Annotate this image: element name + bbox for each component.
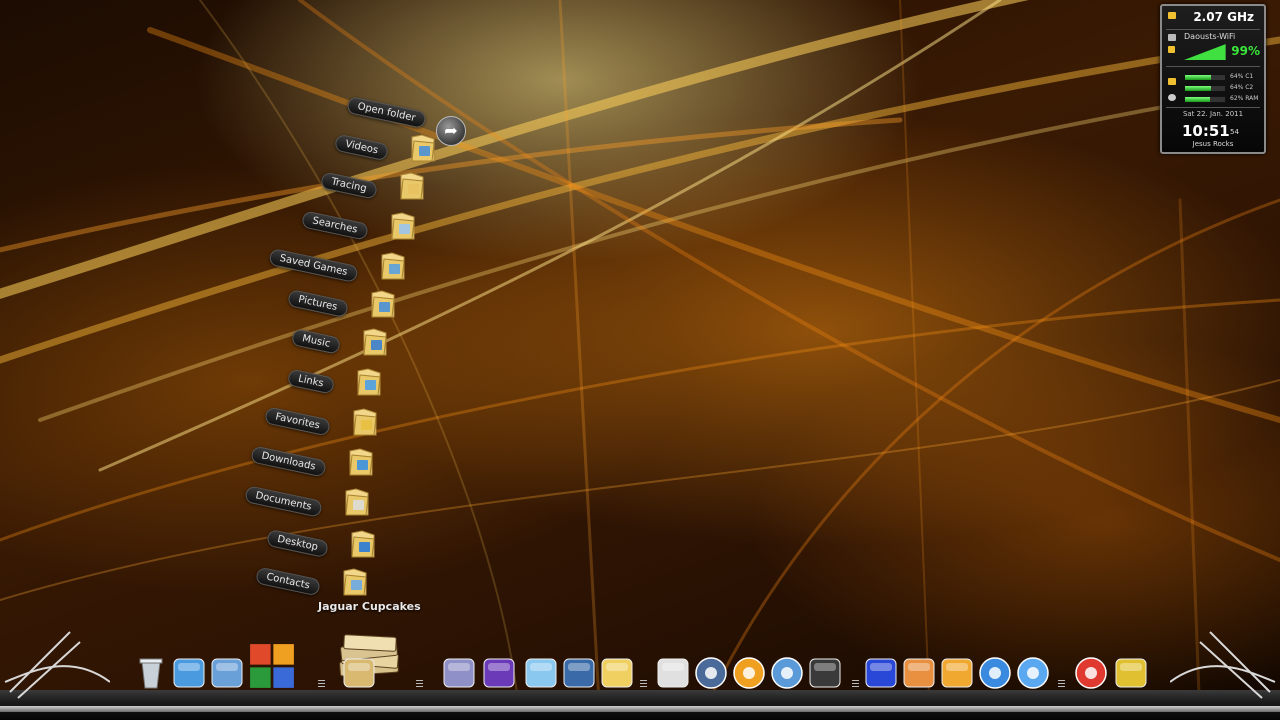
dock-separator xyxy=(852,680,859,689)
recycle-bin-icon[interactable] xyxy=(132,654,170,692)
dock-separator xyxy=(318,680,325,689)
chrome-icon[interactable] xyxy=(1072,654,1110,692)
avg-antivirus-icon[interactable] xyxy=(246,640,298,692)
picasa-icon[interactable] xyxy=(730,654,768,692)
itunes-icon[interactable] xyxy=(1014,654,1052,692)
network-icon[interactable] xyxy=(170,654,208,692)
remote-desktop-icon[interactable] xyxy=(862,654,900,692)
dock-separator xyxy=(416,680,423,689)
scissors-icon[interactable] xyxy=(1112,654,1150,692)
dock-separator xyxy=(1058,680,1065,689)
paint-icon[interactable] xyxy=(654,654,692,692)
stack-folder-icon[interactable] xyxy=(340,654,378,692)
dock xyxy=(0,0,1280,720)
python-icon[interactable] xyxy=(560,654,598,692)
dock-separator xyxy=(640,680,647,689)
video-icon[interactable] xyxy=(900,654,938,692)
globe-icon[interactable] xyxy=(976,654,1014,692)
python-script-icon[interactable] xyxy=(598,654,636,692)
computer-icon[interactable] xyxy=(208,654,246,692)
gameboy-emulator-icon[interactable] xyxy=(480,654,518,692)
camera-icon[interactable] xyxy=(806,654,844,692)
game-controller-icon[interactable] xyxy=(440,654,478,692)
media-player-icon[interactable] xyxy=(692,654,730,692)
headphones-icon[interactable] xyxy=(938,654,976,692)
itunes-cd-icon[interactable] xyxy=(768,654,806,692)
notepad-icon[interactable] xyxy=(522,654,560,692)
